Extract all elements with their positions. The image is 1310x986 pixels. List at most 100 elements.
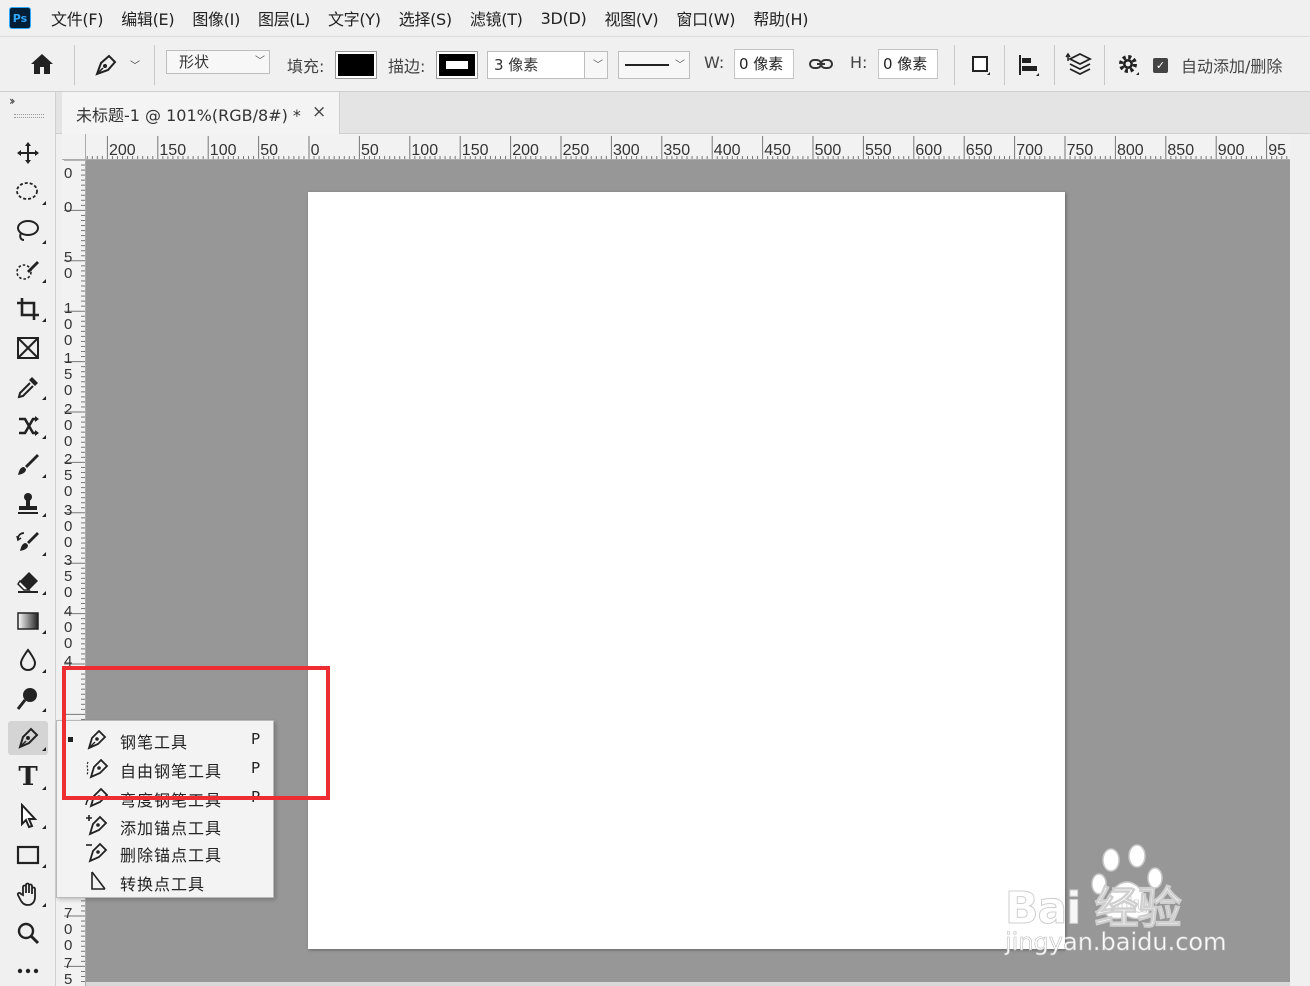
tool-mode-select[interactable]: 形状 ﹀: [166, 50, 270, 74]
ruler-label: 0: [64, 937, 72, 954]
menu-file[interactable]: 文件(F): [51, 6, 104, 30]
ruler-label: 0: [64, 417, 72, 434]
convert-point-icon: [91, 871, 106, 890]
ruler-label: 0: [64, 619, 72, 636]
ruler-label: 650: [966, 142, 993, 159]
ruler-label: 0: [64, 382, 72, 399]
height-input[interactable]: 0 像素: [878, 49, 938, 79]
ruler-label: 700: [1016, 142, 1043, 159]
healing-brush-icon[interactable]: [8, 409, 48, 443]
ruler-label: 800: [1117, 142, 1144, 159]
stroke-width-value: 3 像素: [494, 56, 539, 74]
clone-stamp-icon[interactable]: [8, 487, 48, 521]
stroke-line-preview: [625, 64, 669, 66]
path-operations-icon[interactable]: [968, 53, 994, 83]
vertical-scrollbar[interactable]: [1290, 134, 1310, 986]
elliptical-marquee-icon[interactable]: [8, 175, 48, 209]
stroke-width-input[interactable]: 3 像素: [487, 51, 585, 79]
menu-type[interactable]: 文字(Y): [328, 6, 381, 30]
document-tab[interactable]: 未标题-1 @ 101%(RGB/8#) * ×: [62, 92, 340, 134]
path-selection-icon[interactable]: [8, 799, 48, 833]
menu-layer[interactable]: 图层(L): [258, 6, 310, 30]
ruler-label: 0: [64, 316, 72, 333]
stroke-color-swatch[interactable]: [436, 51, 478, 79]
ruler-label: 150: [159, 142, 186, 159]
path-alignment-icon[interactable]: [1016, 53, 1042, 83]
history-brush-icon[interactable]: [8, 526, 48, 560]
highlight-annotation-box: [62, 666, 330, 800]
ruler-label: 7: [64, 955, 72, 972]
ruler-label: 250: [563, 142, 590, 159]
ruler-label: 450: [764, 142, 791, 159]
move-tool-icon[interactable]: [8, 136, 48, 170]
preset-chevron-down-icon[interactable]: ﹀: [130, 57, 140, 72]
flyout-item-add-anchor[interactable]: 添加锚点工具: [57, 811, 273, 839]
ruler-label: 0: [311, 142, 320, 159]
more-tools-icon[interactable]: [8, 954, 48, 986]
gear-icon[interactable]: [1116, 52, 1142, 82]
menu-edit[interactable]: 编辑(E): [121, 6, 174, 30]
document-tab-bar: 未标题-1 @ 101%(RGB/8#) * ×: [56, 92, 1310, 134]
tools-panel: ›› T: [0, 92, 56, 986]
ruler-label: 0: [64, 433, 72, 450]
home-icon[interactable]: [28, 51, 56, 81]
ruler-label: 0: [64, 534, 72, 551]
eyedropper-icon[interactable]: [8, 370, 48, 404]
ruler-label: 2: [64, 401, 72, 418]
ruler-label: 0: [64, 635, 72, 652]
type-tool-icon[interactable]: T: [8, 760, 48, 794]
menu-window[interactable]: 窗口(W): [676, 6, 735, 30]
blur-icon[interactable]: [8, 643, 48, 677]
flyout-item-delete-anchor[interactable]: 删除锚点工具: [57, 838, 273, 866]
ruler-label: 3: [64, 502, 72, 519]
collapse-panel-icon[interactable]: ››: [9, 94, 15, 108]
menu-help[interactable]: 帮助(H): [753, 6, 808, 30]
hand-tool-icon[interactable]: [8, 877, 48, 911]
crop-icon[interactable]: [8, 292, 48, 326]
link-icon[interactable]: [808, 54, 834, 78]
quick-selection-icon[interactable]: [8, 253, 48, 287]
eraser-icon[interactable]: [8, 565, 48, 599]
dodge-icon[interactable]: [8, 682, 48, 716]
watermark-url: jingyan.baidu.com: [1005, 928, 1227, 957]
ruler-label: 900: [1218, 142, 1245, 159]
horizontal-scrollbar[interactable]: [86, 982, 1290, 986]
ruler-label: 150: [462, 142, 489, 159]
ruler-label: 50: [260, 142, 278, 159]
panel-grip[interactable]: [14, 114, 44, 118]
chevron-down-icon: ﹀: [675, 60, 685, 71]
menu-image[interactable]: 图像(I): [192, 6, 240, 30]
ruler-label: 5: [64, 467, 72, 484]
ruler-label: 750: [1067, 142, 1094, 159]
frame-icon[interactable]: [8, 331, 48, 365]
stroke-type-select[interactable]: ﹀: [618, 51, 690, 79]
gradient-icon[interactable]: [8, 604, 48, 638]
ruler-label: 0: [64, 518, 72, 535]
auto-add-delete-checkbox[interactable]: ✓: [1153, 58, 1168, 73]
menu-3d[interactable]: 3D(D): [541, 9, 587, 28]
stroke-width-dropdown[interactable]: ﹀: [584, 51, 608, 79]
path-arrangement-icon[interactable]: [1064, 51, 1094, 83]
menu-select[interactable]: 选择(S): [399, 6, 452, 30]
flyout-item-convert-point[interactable]: 转换点工具: [57, 867, 273, 895]
rectangle-tool-icon[interactable]: [8, 838, 48, 872]
brush-icon[interactable]: [8, 448, 48, 482]
ruler-origin[interactable]: [62, 134, 86, 160]
menu-filter[interactable]: 滤镜(T): [470, 6, 523, 30]
pen-tool-preset-icon[interactable]: [92, 51, 120, 83]
stroke-label: 描边:: [388, 57, 426, 76]
add-anchor-icon: [86, 815, 108, 836]
baidu-jingyan-watermark: du Bai 经验 jingyan.baidu.com: [1005, 842, 1245, 962]
document-canvas[interactable]: [308, 192, 1065, 949]
pen-tool-icon[interactable]: [8, 721, 48, 755]
photoshop-logo: Ps: [9, 7, 31, 29]
horizontal-ruler[interactable]: 200 150 100 50 0 50 100 150 200 250 300 350 400 450 50…: [62, 134, 1290, 160]
lasso-icon[interactable]: [8, 214, 48, 248]
fill-color-swatch[interactable]: [335, 51, 377, 79]
ruler-label: 0: [64, 483, 72, 500]
menu-view[interactable]: 视图(V): [604, 6, 658, 30]
ruler-label: 200: [109, 142, 136, 159]
zoom-tool-icon[interactable]: [8, 916, 48, 950]
close-icon[interactable]: ×: [312, 102, 326, 122]
width-input[interactable]: 0 像素: [734, 49, 794, 79]
